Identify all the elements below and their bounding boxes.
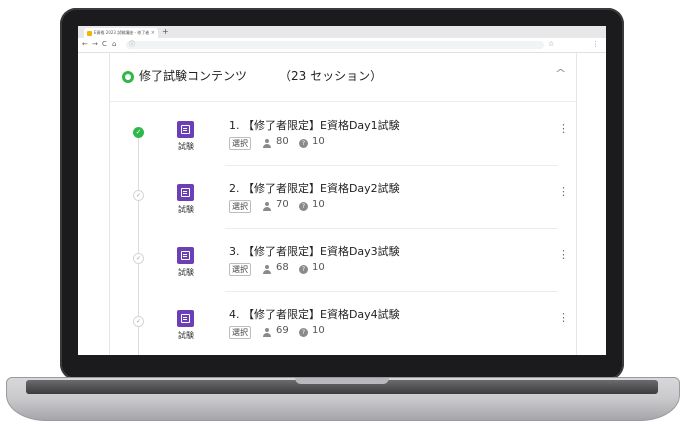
card-border-left bbox=[109, 53, 110, 355]
browser-menu-icon[interactable]: ⋮ bbox=[592, 40, 599, 49]
question-icon: ? bbox=[299, 202, 308, 211]
browser-tab[interactable]: E資格 2023 試験講座 - 修了者 × bbox=[84, 28, 158, 38]
exam-icon bbox=[177, 121, 194, 138]
item-title[interactable]: 3. 【修了者限定】E資格Day3試験 bbox=[229, 243, 400, 259]
user-icon bbox=[263, 328, 271, 337]
close-icon[interactable]: × bbox=[151, 30, 155, 36]
question-icon: ? bbox=[299, 139, 308, 148]
item-type-label: 試験 bbox=[178, 142, 194, 151]
select-badge[interactable]: 選択 bbox=[229, 137, 251, 150]
exam-icon bbox=[177, 184, 194, 201]
address-bar[interactable]: ⓘ bbox=[126, 41, 544, 49]
tab-strip: E資格 2023 試験講座 - 修了者 × + bbox=[78, 26, 606, 38]
favicon-icon bbox=[87, 30, 92, 36]
new-tab-button[interactable]: + bbox=[162, 27, 169, 37]
tab-title: E資格 2023 試験講座 - 修了者 bbox=[94, 30, 149, 35]
more-options-icon[interactable]: ⋮ bbox=[558, 186, 569, 197]
back-icon[interactable]: ← bbox=[82, 40, 88, 49]
divider bbox=[110, 101, 576, 102]
pending-check-icon: ✓ bbox=[133, 253, 144, 264]
exam-icon bbox=[177, 310, 194, 327]
screen: E資格 2023 試験講座 - 修了者 × + ← → C ⌂ ⓘ ☆ ⋮ 修了… bbox=[78, 26, 606, 355]
more-options-icon[interactable]: ⋮ bbox=[558, 123, 569, 134]
section-title: 修了試験コンテンツ bbox=[139, 69, 248, 83]
row-divider bbox=[225, 228, 558, 229]
select-badge[interactable]: 選択 bbox=[229, 263, 251, 276]
reload-icon[interactable]: C bbox=[102, 40, 107, 49]
item-title[interactable]: 4. 【修了者限定】E資格Day4試験 bbox=[229, 306, 400, 322]
browser-toolbar: ← → C ⌂ ⓘ ☆ ⋮ bbox=[78, 38, 606, 53]
user-icon bbox=[263, 139, 271, 148]
item-type-label: 試験 bbox=[178, 268, 194, 277]
user-icon bbox=[263, 202, 271, 211]
section-session-count: （23 セッション） bbox=[279, 69, 383, 83]
more-options-icon[interactable]: ⋮ bbox=[558, 312, 569, 323]
item-type-label: 試験 bbox=[178, 331, 194, 340]
page-content: 修了試験コンテンツ （23 セッション） ^ ✓ 試験 1. 【修了者限定】E資… bbox=[78, 53, 606, 355]
question-icon: ? bbox=[299, 265, 308, 274]
section-status-icon bbox=[122, 71, 134, 83]
user-count: 69 bbox=[276, 325, 289, 336]
item-title[interactable]: 1. 【修了者限定】E資格Day1試験 bbox=[229, 117, 400, 133]
question-count: 10 bbox=[312, 325, 325, 336]
laptop-notch bbox=[295, 378, 389, 384]
site-info-icon[interactable]: ⓘ bbox=[129, 41, 135, 49]
user-count: 80 bbox=[276, 136, 289, 147]
user-count: 68 bbox=[276, 262, 289, 273]
item-type-label: 試験 bbox=[178, 205, 194, 214]
user-count: 70 bbox=[276, 199, 289, 210]
pending-check-icon: ✓ bbox=[133, 316, 144, 327]
select-badge[interactable]: 選択 bbox=[229, 326, 251, 339]
row-divider bbox=[225, 165, 558, 166]
question-icon: ? bbox=[299, 328, 308, 337]
user-icon bbox=[263, 265, 271, 274]
completed-check-icon: ✓ bbox=[133, 127, 144, 138]
exam-icon bbox=[177, 247, 194, 264]
star-icon[interactable]: ☆ bbox=[548, 40, 554, 49]
item-title[interactable]: 2. 【修了者限定】E資格Day2試験 bbox=[229, 180, 400, 196]
chevron-up-icon[interactable]: ^ bbox=[555, 67, 567, 80]
row-divider bbox=[225, 291, 558, 292]
more-options-icon[interactable]: ⋮ bbox=[558, 249, 569, 260]
select-badge[interactable]: 選択 bbox=[229, 200, 251, 213]
card-border-right bbox=[576, 53, 577, 355]
home-icon[interactable]: ⌂ bbox=[112, 40, 116, 49]
forward-icon[interactable]: → bbox=[92, 40, 98, 49]
pending-check-icon: ✓ bbox=[133, 190, 144, 201]
question-count: 10 bbox=[312, 199, 325, 210]
question-count: 10 bbox=[312, 262, 325, 273]
question-count: 10 bbox=[312, 136, 325, 147]
